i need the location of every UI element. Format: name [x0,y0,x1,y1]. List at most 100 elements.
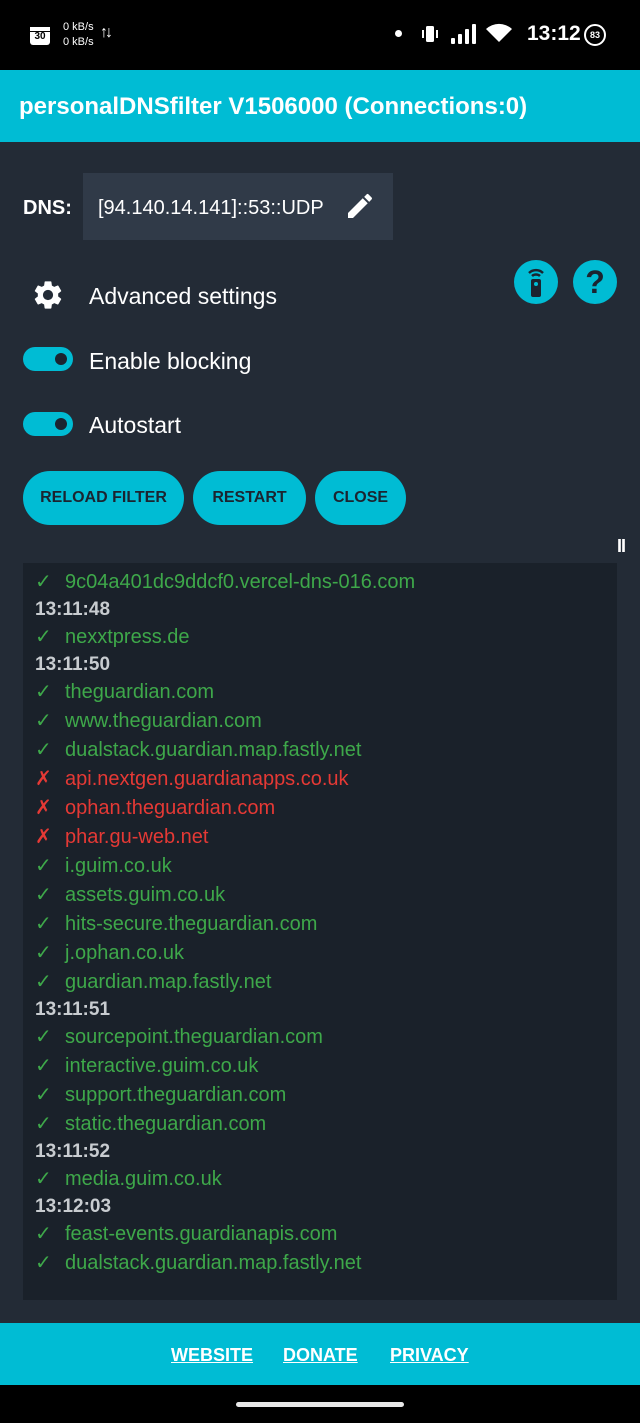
dns-field[interactable]: [94.140.14.141]::53::UDP [83,173,393,240]
log-entry-allowed: ✓ interactive.guim.co.uk [35,1052,610,1081]
remote-icon [528,268,544,297]
signal-icon [451,24,476,44]
log-entry-allowed: ✓ theguardian.com [35,678,610,707]
log-text: interactive.guim.co.uk [65,1055,259,1077]
net-up-speed: 0 kB/s [63,21,94,33]
gear-icon[interactable] [31,278,65,312]
allowed-check-icon: ✓ [35,913,52,935]
log-text: i.guim.co.uk [65,855,172,877]
allowed-check-icon: ✓ [35,710,52,732]
allowed-check-icon: ✓ [35,1026,52,1048]
log-entry-allowed: ✓ i.guim.co.uk [35,852,610,881]
donate-link[interactable]: DONATE [283,1345,358,1366]
blocked-mark-icon: ✗ [35,826,52,848]
help-button[interactable]: ? [573,260,617,304]
log-timestamp: 13:11:52 [35,1139,610,1165]
clock: 13:12 [527,22,581,45]
log-entry-blocked: ✗ api.nextgen.guardianapps.co.uk [35,765,610,794]
toggle-knob [55,353,67,365]
log-entry-allowed: ✓ assets.guim.co.uk [35,881,610,910]
calendar-icon: 30 [30,27,50,45]
battery-level: 83 [589,30,600,40]
app-title: personalDNSfilter V1506000 (Connections:… [19,93,528,120]
log-text: 9c04a401dc9ddcf0.vercel-dns-016.com [65,571,416,593]
dns-value: [94.140.14.141]::53::UDP [98,197,324,219]
edit-icon[interactable] [344,190,376,222]
log-text: dualstack.guardian.map.fastly.net [65,739,362,761]
toggle-knob [55,418,67,430]
log-entry-blocked: ✗ ophan.theguardian.com [35,794,610,823]
dns-log[interactable]: ✓ 9c04a401dc9ddcf0.vercel-dns-016.com 13:1… [23,563,617,1300]
log-list: ✓ 9c04a401dc9ddcf0.vercel-dns-016.com 13:1… [35,568,610,1278]
log-text: api.nextgen.guardianapps.co.uk [65,768,349,790]
app-bar: personalDNSfilter V1506000 (Connections:… [0,70,640,142]
log-text: feast-events.guardianapis.com [65,1223,338,1245]
home-gesture-handle[interactable] [236,1402,404,1407]
log-text: media.guim.co.uk [65,1168,222,1190]
log-text: 13:11:48 [35,599,111,620]
advanced-settings-label[interactable]: Advanced settings [89,283,277,310]
status-bar: 30 0 kB/s 0 kB/s ↑↓ 13:12 83 [0,0,640,70]
dns-label: DNS: [23,197,72,219]
allowed-check-icon: ✓ [35,1252,52,1274]
log-text: static.theguardian.com [65,1113,267,1135]
net-down-speed: 0 kB/s [63,36,94,48]
allowed-check-icon: ✓ [35,681,52,703]
enable-blocking-label: Enable blocking [89,348,252,374]
log-text: hits-secure.theguardian.com [65,913,318,935]
network-speed: 0 kB/s 0 kB/s [63,20,94,50]
log-entry-allowed: ✓ support.theguardian.com [35,1081,610,1110]
dot-icon [395,30,402,37]
allowed-check-icon: ✓ [35,884,52,906]
allowed-check-icon: ✓ [35,1113,52,1135]
log-entry-allowed: ✓ dualstack.guardian.map.fastly.net [35,1249,610,1278]
log-text: j.ophan.co.uk [65,942,184,964]
log-entry-allowed: ✓ guardian.map.fastly.net [35,968,610,997]
log-text: 13:11:51 [35,999,111,1020]
allowed-check-icon: ✓ [35,1223,52,1245]
pause-icon[interactable]: II [617,536,626,557]
log-entry-allowed: ✓ j.ophan.co.uk [35,939,610,968]
log-entry-blocked: ✗ phar.gu-web.net [35,823,610,852]
log-text: guardian.map.fastly.net [65,971,272,993]
log-timestamp: 13:11:48 [35,597,610,623]
navigation-bar [0,1385,640,1423]
log-entry-allowed: ✓ feast-events.guardianapis.com [35,1220,610,1249]
autostart-label: Autostart [89,412,182,438]
log-timestamp: 13:11:51 [35,997,610,1023]
log-text: www.theguardian.com [65,710,262,732]
restart-button[interactable]: RESTART [193,471,306,525]
remote-control-button[interactable] [514,260,558,304]
allowed-check-icon: ✓ [35,571,52,593]
reload-filter-button[interactable]: RELOAD FILTER [23,471,184,525]
wifi-icon [486,23,512,42]
privacy-link[interactable]: PRIVACY [390,1345,469,1366]
help-icon: ? [585,264,605,300]
enable-blocking-toggle[interactable] [23,347,73,371]
website-link[interactable]: WEBSITE [171,1345,253,1366]
blocked-mark-icon: ✗ [35,797,52,819]
allowed-check-icon: ✓ [35,1055,52,1077]
vibrate-icon [422,26,438,42]
close-button[interactable]: CLOSE [315,471,406,525]
log-entry-allowed: ✓ sourcepoint.theguardian.com [35,1023,610,1052]
log-entry-allowed: ✓ 9c04a401dc9ddcf0.vercel-dns-016.com [35,568,610,597]
log-text: sourcepoint.theguardian.com [65,1026,323,1048]
log-text: dualstack.guardian.map.fastly.net [65,1252,362,1274]
log-text: support.theguardian.com [65,1084,287,1106]
log-text: 13:11:52 [35,1141,111,1162]
calendar-day: 30 [34,31,46,42]
footer: WEBSITE DONATE PRIVACY [0,1323,640,1385]
allowed-check-icon: ✓ [35,971,52,993]
autostart-toggle[interactable] [23,412,73,436]
log-timestamp: 13:11:50 [35,652,610,678]
log-entry-allowed: ✓ www.theguardian.com [35,707,610,736]
log-text: theguardian.com [65,681,214,703]
log-text: 13:12:03 [35,1196,112,1217]
log-entry-allowed: ✓ media.guim.co.uk [35,1165,610,1194]
log-timestamp: 13:12:03 [35,1194,610,1220]
log-text: assets.guim.co.uk [65,884,226,906]
log-entry-allowed: ✓ nexxtpress.de [35,623,610,652]
blocked-mark-icon: ✗ [35,768,52,790]
allowed-check-icon: ✓ [35,942,52,964]
